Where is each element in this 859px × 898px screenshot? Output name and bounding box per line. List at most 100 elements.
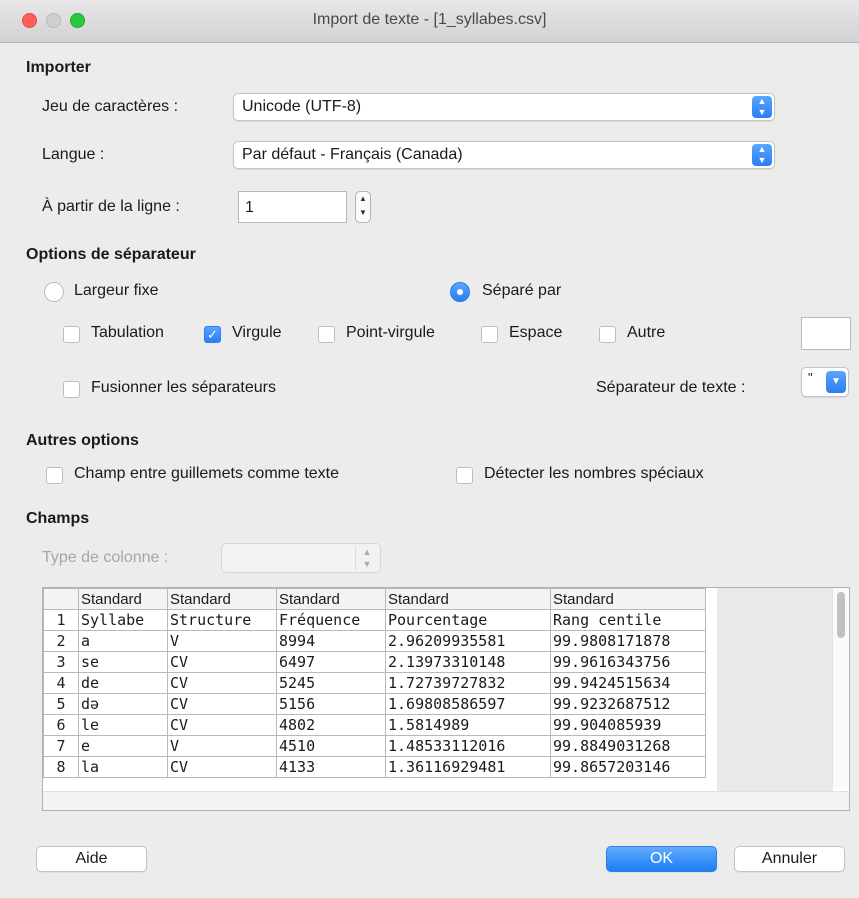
tab-checkbox[interactable] (63, 326, 80, 343)
fields-preview-grid[interactable]: Standard Standard Standard Standard Stan… (42, 587, 850, 811)
table-cell: 1.36116929481 (385, 756, 551, 778)
column-type-header-row: Standard Standard Standard Standard Stan… (43, 588, 706, 610)
text-delimiter-label: Séparateur de texte : (596, 379, 746, 396)
section-fields: Champs (26, 510, 90, 527)
help-button[interactable]: Aide (36, 846, 147, 872)
row-number: 3 (43, 651, 79, 673)
table-cell: e (78, 735, 168, 757)
horizontal-scrollbar[interactable] (43, 791, 849, 810)
table-cell: 5245 (276, 672, 386, 694)
table-row: 8 la CV 4133 1.36116929481 99.8657203146 (43, 756, 706, 778)
column-header[interactable]: Standard (167, 588, 277, 610)
language-select[interactable]: Par défaut - Français (Canada) ▲ ▼ (233, 141, 775, 169)
grid-empty-area (717, 588, 833, 792)
chevron-up-icon[interactable]: ▲ (359, 194, 367, 203)
table-cell: də (78, 693, 168, 715)
table-cell: CV (167, 651, 277, 673)
comma-checkbox[interactable]: ✓ (204, 326, 221, 343)
separated-by-radio[interactable] (450, 282, 470, 302)
table-cell: 4802 (276, 714, 386, 736)
row-number: 5 (43, 693, 79, 715)
chevron-up-down-icon: ▲ ▼ (752, 96, 772, 118)
table-cell: 99.9808171878 (550, 630, 706, 652)
table-cell: a (78, 630, 168, 652)
vertical-scrollbar[interactable] (832, 588, 849, 788)
table-cell: Rang centile (550, 609, 706, 631)
table-cell: 4133 (276, 756, 386, 778)
table-cell: CV (167, 714, 277, 736)
chevron-down-icon[interactable]: ▼ (359, 208, 367, 217)
table-cell: 99.8657203146 (550, 756, 706, 778)
quoted-as-text-label: Champ entre guillemets comme texte (74, 465, 339, 482)
table-cell: 99.9232687512 (550, 693, 706, 715)
from-row-input[interactable]: 1 (238, 191, 347, 223)
table-cell: 1.72739727832 (385, 672, 551, 694)
row-number: 7 (43, 735, 79, 757)
cancel-button[interactable]: Annuler (734, 846, 845, 872)
quoted-as-text-checkbox[interactable] (46, 467, 63, 484)
table-cell: 5156 (276, 693, 386, 715)
tab-label: Tabulation (91, 324, 164, 341)
table-cell: 99.904085939 (550, 714, 706, 736)
column-header[interactable]: Standard (385, 588, 551, 610)
from-row-value: 1 (245, 199, 254, 216)
charset-value: Unicode (UTF-8) (242, 98, 362, 115)
section-other-options: Autres options (26, 432, 139, 449)
table-cell: V (167, 630, 277, 652)
table-row: 5 də CV 5156 1.69808586597 99.9232687512 (43, 693, 706, 715)
table-cell: V (167, 735, 277, 757)
table-cell: Syllabe (78, 609, 168, 631)
table-cell: le (78, 714, 168, 736)
chevron-up-down-icon: ▲ ▼ (752, 144, 772, 166)
table-cell: 2.96209935581 (385, 630, 551, 652)
table-cell: 99.9424515634 (550, 672, 706, 694)
table-cell: CV (167, 672, 277, 694)
fixed-width-label: Largeur fixe (74, 282, 159, 299)
language-label: Langue : (42, 146, 105, 163)
table-cell: 99.8849031268 (550, 735, 706, 757)
semicolon-label: Point-virgule (346, 324, 435, 341)
other-separator-input[interactable] (801, 317, 851, 350)
table-cell: Structure (167, 609, 277, 631)
column-type-label: Type de colonne : (42, 549, 169, 566)
table-cell: 1.5814989 (385, 714, 551, 736)
column-header[interactable]: Standard (78, 588, 168, 610)
header-corner (43, 588, 79, 610)
charset-select[interactable]: Unicode (UTF-8) ▲ ▼ (233, 93, 775, 121)
space-label: Espace (509, 324, 563, 341)
column-header[interactable]: Standard (276, 588, 386, 610)
table-cell: 6497 (276, 651, 386, 673)
row-number: 6 (43, 714, 79, 736)
chevron-down-icon: ▼ (826, 371, 846, 393)
table-row: 3 se CV 6497 2.13973310148 99.9616343756 (43, 651, 706, 673)
preview-table: Standard Standard Standard Standard Stan… (43, 588, 706, 778)
text-delimiter-select[interactable]: " ▼ (801, 367, 849, 397)
detect-special-numbers-checkbox[interactable] (456, 467, 473, 484)
fixed-width-radio[interactable] (44, 282, 64, 302)
column-header[interactable]: Standard (550, 588, 706, 610)
semicolon-checkbox[interactable] (318, 326, 335, 343)
table-row: 2 a V 8994 2.96209935581 99.9808171878 (43, 630, 706, 652)
table-cell: 2.13973310148 (385, 651, 551, 673)
table-cell: 99.9616343756 (550, 651, 706, 673)
vertical-scroll-thumb[interactable] (837, 592, 845, 638)
table-cell: 1.69808586597 (385, 693, 551, 715)
space-checkbox[interactable] (481, 326, 498, 343)
from-row-stepper[interactable]: ▲ ▼ (355, 191, 371, 223)
table-row: 6 le CV 4802 1.5814989 99.904085939 (43, 714, 706, 736)
merge-separators-checkbox[interactable] (63, 381, 80, 398)
window-title: Import de texte - [1_syllabes.csv] (312, 11, 547, 28)
table-cell: Fréquence (276, 609, 386, 631)
table-row: 7 e V 4510 1.48533112016 99.8849031268 (43, 735, 706, 757)
row-number: 2 (43, 630, 79, 652)
detect-special-numbers-label: Détecter les nombres spéciaux (484, 465, 704, 482)
title-bar: Import de texte - [1_syllabes.csv] (0, 0, 859, 43)
table-cell: CV (167, 756, 277, 778)
section-separator-options: Options de séparateur (26, 246, 196, 263)
table-cell: de (78, 672, 168, 694)
table-cell: 4510 (276, 735, 386, 757)
other-checkbox[interactable] (599, 326, 616, 343)
ok-button[interactable]: OK (606, 846, 717, 872)
table-cell: CV (167, 693, 277, 715)
column-type-select[interactable]: ▲ ▼ (221, 543, 381, 573)
